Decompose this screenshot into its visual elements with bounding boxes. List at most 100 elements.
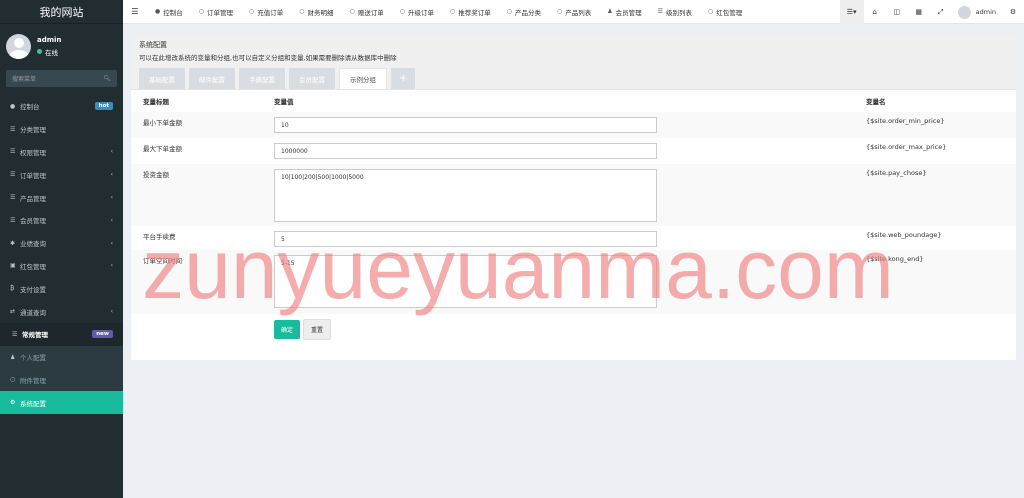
tabs-dropdown-button[interactable]: ☰▾ — [839, 0, 864, 24]
circle-icon: ○ — [708, 8, 714, 15]
tab-product-category[interactable]: ○ 产品分类 — [499, 0, 549, 24]
tab-orders[interactable]: ○ 订单管理 — [191, 0, 241, 24]
fee-input[interactable]: 5 — [274, 231, 657, 247]
list-icon: ☰▾ — [846, 8, 857, 16]
sidebar-item-orders[interactable]: ☰ 订单管理 ‹ — [0, 163, 123, 186]
gears-icon: ⚙ — [1009, 8, 1017, 16]
list-icon: ☰ — [10, 171, 16, 179]
sidebar-item-products[interactable]: ☰ 产品管理 ‹ — [0, 186, 123, 209]
order-time-textarea[interactable]: 5-15 — [274, 255, 657, 308]
sidebar-item-auth[interactable]: ☰ 权限管理 ‹ — [0, 141, 123, 164]
tab-gift-orders[interactable]: ○ 赠送订单 — [342, 0, 392, 24]
chevron-left-icon: ‹ — [110, 194, 113, 202]
user-name: admin — [37, 35, 62, 44]
sidebar-item-category[interactable]: ☰ 分类管理 — [0, 118, 123, 141]
tab-basic[interactable]: 基础配置 — [139, 68, 185, 89]
tab-recharge[interactable]: ○ 充值订单 — [241, 0, 291, 24]
clear-cache-button[interactable]: ◫ — [886, 0, 908, 24]
config-table: 变量标题 变量值 变量名 最小下单金额 10 {$site.order_min_… — [131, 90, 1016, 340]
list-icon: ☰ — [12, 330, 18, 338]
chevron-left-icon: ‹ — [110, 308, 113, 316]
fullscreen-button[interactable]: ⤢ — [930, 0, 952, 24]
home-icon: ⌂ — [872, 8, 877, 16]
circle-icon: ○ — [198, 8, 204, 15]
tab-levels[interactable]: ☰ 级别列表 — [650, 0, 700, 24]
general-submenu: ♟ 个人配置 ○ 附件管理 ⚙ 系统配置 — [0, 345, 123, 415]
hot-badge: hot — [94, 102, 113, 111]
sidebar: 我的网站 admin 在线 搜索菜单 🔍︎ ● 控制台 hot ☰ 分类管理 ☰… — [0, 0, 123, 498]
tab-referral-orders[interactable]: ○ 推荐奖订单 — [442, 0, 499, 24]
circle-icon: ○ — [506, 8, 512, 15]
sidebar-item-system-config[interactable]: ⚙ 系统配置 — [0, 391, 123, 415]
menu-search-input[interactable]: 搜索菜单 🔍︎ — [6, 70, 117, 87]
dashboard-icon: ● — [155, 8, 161, 15]
new-badge: new — [92, 330, 113, 339]
gears-icon: ⚙ — [10, 399, 16, 407]
user-menu[interactable]: admin — [952, 5, 1002, 19]
circle-icon: ○ — [249, 8, 255, 15]
home-button[interactable]: ⌂ — [864, 0, 886, 24]
list-icon: ☰ — [10, 125, 16, 133]
circle-icon: ○ — [399, 8, 405, 15]
search-icon[interactable]: 🔍︎ — [103, 75, 111, 82]
avatar — [6, 33, 31, 59]
expand-icon: ⤢ — [937, 7, 944, 16]
tab-example[interactable]: 示例分组 — [339, 68, 387, 89]
dashboard-icon: ● — [10, 102, 16, 110]
investment-textarea[interactable]: 10|100|200|500|1000|5000 — [274, 169, 657, 222]
submit-button[interactable]: 确定 — [274, 320, 301, 339]
page-description: 可以在此增改系统的变量和分组,也可以自定义分组和变量,如果需要删除请从数据库中删… — [139, 54, 397, 62]
tab-member[interactable]: 会员配置 — [289, 68, 335, 89]
min-order-input[interactable]: 10 — [274, 117, 657, 133]
circle-icon: ○ — [10, 376, 16, 384]
menu-toggle-icon[interactable]: ☰ — [123, 7, 147, 16]
chevron-left-icon: ‹ — [110, 148, 113, 156]
sidebar-item-attachments[interactable]: ○ 附件管理 — [0, 369, 123, 392]
language-icon: ▦ — [915, 8, 922, 16]
tab-finance[interactable]: ○ 财务明细 — [291, 0, 341, 24]
tab-product-list[interactable]: ○ 产品列表 — [549, 0, 599, 24]
site-logo[interactable]: 我的网站 — [0, 0, 123, 24]
language-button[interactable]: ▦ — [908, 0, 930, 24]
list-icon: ☰ — [10, 216, 16, 224]
circle-icon: ○ — [450, 8, 456, 15]
tab-members[interactable]: ♟ 会员管理 — [599, 0, 649, 24]
add-group-button[interactable]: + — [391, 68, 416, 89]
circle-icon: ○ — [299, 8, 305, 15]
list-icon: ☰ — [10, 148, 16, 156]
sidebar-item-performance[interactable]: ✱ 业绩查询 ‹ — [0, 232, 123, 255]
chevron-left-icon: ‹ — [110, 262, 113, 270]
tab-email[interactable]: 邮件配置 — [189, 68, 235, 89]
user-icon: ♟ — [607, 8, 613, 15]
reset-button[interactable]: 重置 — [303, 319, 332, 340]
table-row: 投资金额 10|100|200|500|1000|5000 {$site.pay… — [131, 164, 1016, 226]
sidebar-item-members[interactable]: ☰ 会员管理 ‹ — [0, 209, 123, 232]
config-tabs: 基础配置 邮件配置 字典配置 会员配置 示例分组 + — [139, 68, 1008, 89]
tab-dictionary[interactable]: 字典配置 — [239, 68, 285, 89]
chevron-left-icon: ‹ — [110, 216, 113, 224]
column-header-name: 变量名 — [866, 98, 886, 106]
bitcoin-icon: ₿ — [10, 285, 15, 293]
gift-icon: ▣ — [10, 262, 16, 270]
sidebar-item-redpacket[interactable]: ▣ 红包管理 ‹ — [0, 255, 123, 278]
max-order-input[interactable]: 1000000 — [274, 143, 657, 159]
list-icon: ☰ — [10, 194, 16, 202]
sidebar-item-payment[interactable]: ₿ 支付设置 — [0, 277, 123, 300]
column-header-title: 变量标题 — [143, 98, 169, 106]
table-row: 平台手续费 5 {$site.web_poundage} — [131, 226, 1016, 250]
table-row: 最大下单金额 1000000 {$site.order_max_price} — [131, 138, 1016, 164]
sidebar-item-dashboard[interactable]: ● 控制台 hot — [0, 95, 123, 118]
avatar — [957, 5, 971, 19]
sidebar-item-general[interactable]: ☰ 常规管理 new — [0, 322, 123, 346]
settings-button[interactable]: ⚙ — [1002, 0, 1024, 24]
exchange-icon: ⇄ — [10, 308, 16, 316]
column-header-value: 变量值 — [274, 98, 294, 106]
tab-upgrade-orders[interactable]: ○ 升级订单 — [392, 0, 442, 24]
tab-dashboard[interactable]: ● 控制台 — [147, 0, 191, 24]
tab-redpacket[interactable]: ○ 红包管理 — [700, 0, 750, 24]
asterisk-icon: ✱ — [10, 239, 16, 247]
table-row: 订单空间时间 5-15 {$site.kong_end} — [131, 250, 1016, 314]
online-dot-icon — [37, 49, 42, 54]
sidebar-item-channel[interactable]: ⇄ 通道查询 ‹ — [0, 300, 123, 323]
sidebar-item-profile[interactable]: ♟ 个人配置 — [0, 346, 123, 369]
